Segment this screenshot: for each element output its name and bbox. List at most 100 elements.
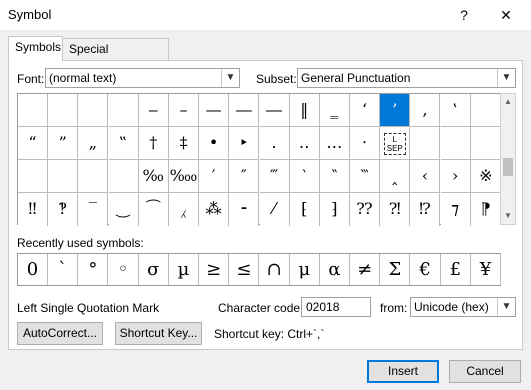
symbol-cell[interactable] bbox=[108, 94, 139, 127]
symbol-cell[interactable]: ‥ bbox=[289, 127, 320, 160]
symbol-cell[interactable] bbox=[78, 160, 109, 193]
recent-symbol-cell[interactable]: µ bbox=[169, 254, 199, 285]
recent-symbol-cell[interactable]: ≥ bbox=[199, 254, 230, 285]
symbol-cell[interactable]: ― bbox=[259, 94, 290, 127]
symbol-cell[interactable]: – bbox=[168, 94, 199, 127]
symbol-cell[interactable]: ⁃ bbox=[229, 193, 260, 226]
insert-button[interactable]: Insert bbox=[367, 360, 439, 383]
symbol-cell[interactable] bbox=[18, 160, 48, 193]
symbol-cell[interactable] bbox=[440, 127, 471, 160]
symbol-cell[interactable]: † bbox=[138, 127, 169, 160]
recent-symbol-cell[interactable]: £ bbox=[440, 254, 471, 285]
symbol-cell[interactable]: ⁇ bbox=[350, 193, 381, 226]
subset-dropdown[interactable]: General Punctuation ▼ bbox=[297, 68, 516, 88]
recent-symbol-cell[interactable]: ¥ bbox=[471, 254, 501, 285]
recent-symbol-cell[interactable]: μ bbox=[289, 254, 320, 285]
symbol-cell[interactable]: ⁉ bbox=[410, 193, 441, 226]
recent-symbol-cell[interactable]: 0 bbox=[18, 254, 48, 285]
symbol-cell[interactable]: ⁈ bbox=[380, 193, 411, 226]
symbol-cell[interactable]: ‘ bbox=[350, 94, 381, 127]
symbol-cell[interactable]: “ bbox=[18, 127, 48, 160]
symbol-cell[interactable]: ⁄ bbox=[259, 193, 290, 226]
symbol-cell[interactable]: ‒ bbox=[138, 94, 169, 127]
symbol-cell[interactable]: ⁅ bbox=[289, 193, 320, 226]
symbol-cell[interactable]: › bbox=[440, 160, 471, 193]
symbol-cell[interactable]: ― bbox=[229, 94, 260, 127]
recent-symbol-cell[interactable]: ∩ bbox=[259, 254, 290, 285]
symbol-cell[interactable]: ‶ bbox=[319, 160, 350, 193]
cancel-button[interactable]: Cancel bbox=[449, 360, 521, 383]
symbol-cell[interactable]: ⁋ bbox=[470, 193, 501, 226]
symbol-cell[interactable]: ․ bbox=[259, 127, 290, 160]
symbol-cell[interactable]: ‚ bbox=[410, 94, 441, 127]
symbol-cell[interactable] bbox=[48, 160, 79, 193]
symbol-cell[interactable]: ‵ bbox=[289, 160, 320, 193]
title-bar: Symbol ? ✕ bbox=[0, 0, 531, 30]
font-label: Font: bbox=[17, 72, 45, 86]
tab-special-characters[interactable]: Special Characters bbox=[63, 38, 169, 76]
symbol-cell[interactable]: ‼ bbox=[18, 193, 48, 226]
font-dropdown[interactable]: (normal text) ▼ bbox=[45, 68, 240, 88]
recent-symbol-cell[interactable]: Σ bbox=[380, 254, 411, 285]
symbol-cell[interactable]: ‧ bbox=[350, 127, 381, 160]
symbol-cell[interactable]: • bbox=[199, 127, 230, 160]
symbol-cell[interactable]: ‰ bbox=[138, 160, 169, 193]
symbol-cell[interactable]: ⁂ bbox=[199, 193, 230, 226]
symbol-cell[interactable]: … bbox=[319, 127, 350, 160]
symbol-cell[interactable]: „ bbox=[78, 127, 109, 160]
symbol-cell[interactable]: ‱ bbox=[168, 160, 199, 193]
symbol-cell[interactable]: ⁀ bbox=[138, 193, 169, 226]
symbol-cell[interactable] bbox=[470, 127, 501, 160]
symbol-cell[interactable]: ′ bbox=[199, 160, 230, 193]
symbol-cell[interactable]: ‸ bbox=[380, 160, 411, 193]
symbol-cell[interactable]: ” bbox=[48, 127, 79, 160]
symbol-cell[interactable]: ‿ bbox=[108, 193, 139, 226]
recent-symbol-cell[interactable]: ° bbox=[78, 254, 109, 285]
symbol-cell[interactable] bbox=[78, 94, 109, 127]
autocorrect-button[interactable]: AutoCorrect... bbox=[17, 322, 103, 345]
symbol-cell[interactable]: ‟ bbox=[108, 127, 139, 160]
symbol-cell[interactable]: — bbox=[199, 94, 230, 127]
recent-symbol-cell[interactable]: ◦ bbox=[108, 254, 139, 285]
character-code-input[interactable]: 02018 bbox=[301, 297, 371, 317]
symbol-cell[interactable]: ⁆ bbox=[319, 193, 350, 226]
symbol-cell[interactable]: ‛ bbox=[440, 94, 471, 127]
symbol-cell[interactable]: ‗ bbox=[319, 94, 350, 127]
close-icon[interactable]: ✕ bbox=[494, 4, 518, 26]
symbol-cell[interactable]: ‷ bbox=[350, 160, 381, 193]
help-icon[interactable]: ? bbox=[452, 4, 476, 26]
symbol-cell[interactable]: ″ bbox=[229, 160, 260, 193]
symbol-cell[interactable]: ‣ bbox=[229, 127, 260, 160]
character-code-label: Character code: bbox=[218, 301, 304, 315]
grid-scrollbar[interactable]: ▲ ▼ bbox=[500, 93, 516, 225]
recent-symbol-cell[interactable]: ` bbox=[48, 254, 79, 285]
symbol-cell[interactable]: ‾ bbox=[78, 193, 109, 226]
tab-symbols[interactable]: Symbols bbox=[8, 36, 63, 61]
symbol-cell[interactable]: L SEP bbox=[380, 127, 411, 160]
recent-symbol-cell[interactable]: ≤ bbox=[229, 254, 260, 285]
symbol-cell[interactable]: ‽ bbox=[48, 193, 79, 226]
symbol-cell[interactable] bbox=[18, 94, 48, 127]
symbol-cell[interactable]: ‖ bbox=[289, 94, 320, 127]
symbol-cell[interactable]: ’ bbox=[380, 94, 411, 127]
shortcut-key-button[interactable]: Shortcut Key... bbox=[115, 322, 202, 345]
shortcut-key-text: Shortcut key: Ctrl+`,` bbox=[214, 327, 325, 341]
recent-symbol-cell[interactable]: α bbox=[320, 254, 350, 285]
symbol-cell[interactable] bbox=[410, 127, 441, 160]
symbol-cell[interactable]: ※ bbox=[470, 160, 501, 193]
symbol-cell[interactable] bbox=[48, 94, 79, 127]
symbol-cell[interactable]: ⁊ bbox=[440, 193, 471, 226]
symbol-cell[interactable]: ‡ bbox=[168, 127, 199, 160]
recent-symbol-cell[interactable]: σ bbox=[138, 254, 169, 285]
scroll-down-icon[interactable]: ▼ bbox=[501, 208, 515, 224]
symbol-cell[interactable]: ‹ bbox=[410, 160, 441, 193]
scroll-up-icon[interactable]: ▲ bbox=[501, 94, 515, 110]
from-dropdown[interactable]: Unicode (hex) ▼ bbox=[410, 297, 516, 317]
recent-symbol-cell[interactable]: € bbox=[410, 254, 441, 285]
symbol-cell[interactable]: ‴ bbox=[259, 160, 290, 193]
scroll-thumb[interactable] bbox=[503, 158, 513, 176]
symbol-cell[interactable]: ⁁ bbox=[168, 193, 199, 226]
recent-symbol-cell[interactable]: ≠ bbox=[350, 254, 381, 285]
symbol-cell[interactable] bbox=[470, 94, 501, 127]
symbol-cell[interactable] bbox=[108, 160, 139, 193]
